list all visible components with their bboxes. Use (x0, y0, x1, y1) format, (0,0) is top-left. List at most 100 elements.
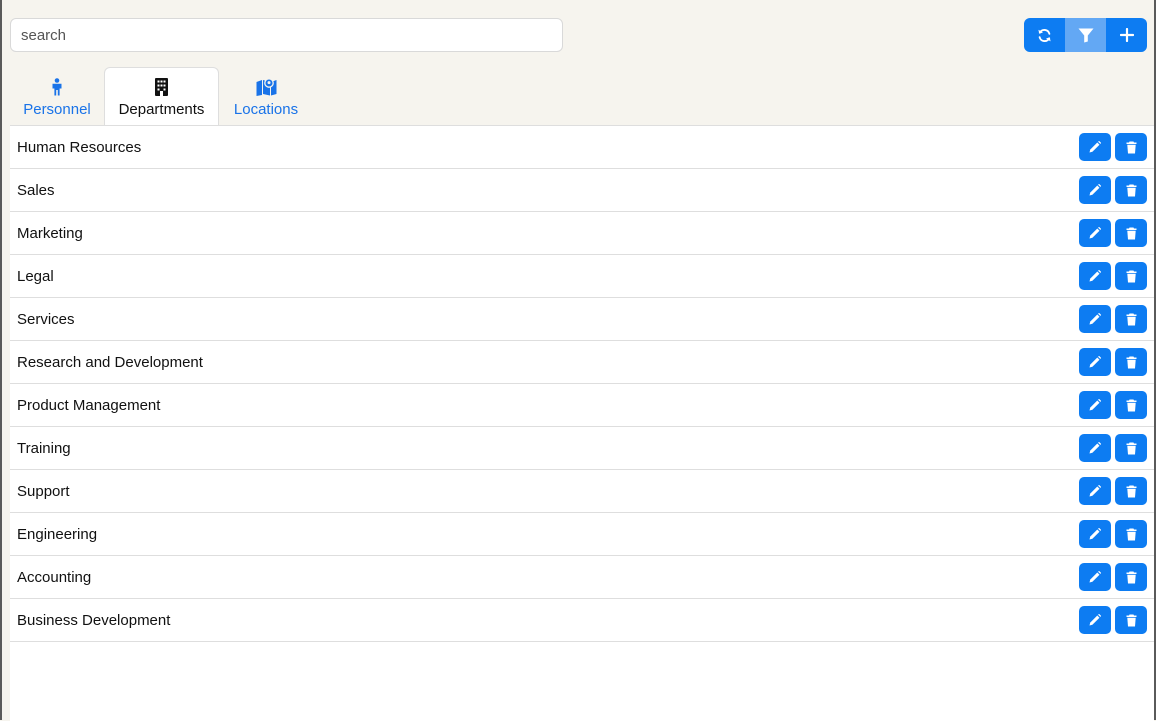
row-actions (1079, 434, 1147, 462)
row-actions (1079, 477, 1147, 505)
pencil-icon (1089, 184, 1101, 196)
table-row: Services (10, 298, 1154, 341)
delete-button[interactable] (1115, 262, 1147, 290)
tab-locations[interactable]: Locations (219, 67, 313, 125)
department-name: Accounting (17, 568, 92, 586)
trash-icon (1126, 614, 1136, 626)
trash-icon (1126, 485, 1136, 497)
delete-button[interactable] (1115, 348, 1147, 376)
department-name: Product Management (17, 396, 161, 414)
edit-button[interactable] (1079, 563, 1111, 591)
delete-button[interactable] (1115, 305, 1147, 333)
delete-button[interactable] (1115, 520, 1147, 548)
table-row: Engineering (10, 513, 1154, 556)
edit-button[interactable] (1079, 133, 1111, 161)
table-row: Business Development (10, 599, 1154, 642)
departments-table: Human Resources Sales Marketing Legal Se… (10, 125, 1154, 721)
row-actions (1079, 176, 1147, 204)
table-row: Product Management (10, 384, 1154, 427)
table-row: Support (10, 470, 1154, 513)
building-icon (155, 77, 168, 97)
row-actions (1079, 219, 1147, 247)
add-button[interactable] (1106, 18, 1147, 52)
delete-button[interactable] (1115, 219, 1147, 247)
pencil-icon (1089, 442, 1101, 454)
row-actions (1079, 133, 1147, 161)
tab-departments[interactable]: Departments (104, 67, 219, 126)
department-name: Research and Development (17, 353, 203, 371)
edit-button[interactable] (1079, 434, 1111, 462)
delete-button[interactable] (1115, 434, 1147, 462)
table-row: Human Resources (10, 126, 1154, 169)
pencil-icon (1089, 571, 1101, 583)
delete-button[interactable] (1115, 176, 1147, 204)
pencil-icon (1089, 313, 1101, 325)
pencil-icon (1089, 227, 1101, 239)
department-name: Services (17, 310, 75, 328)
person-icon (51, 77, 63, 97)
edit-button[interactable] (1079, 391, 1111, 419)
table-row: Training (10, 427, 1154, 470)
plus-icon (1119, 28, 1134, 42)
search-input[interactable] (10, 18, 563, 52)
trash-icon (1126, 356, 1136, 368)
edit-button[interactable] (1079, 606, 1111, 634)
window-frame-left (0, 0, 2, 720)
tab-bar: Personnel Departments Locations (10, 67, 313, 126)
trash-icon (1126, 227, 1136, 239)
pencil-icon (1089, 141, 1101, 153)
table-row: Legal (10, 255, 1154, 298)
tab-label: Locations (233, 101, 299, 118)
delete-button[interactable] (1115, 133, 1147, 161)
department-name: Sales (17, 181, 55, 199)
pencil-icon (1089, 528, 1101, 540)
trash-icon (1126, 141, 1136, 153)
trash-icon (1126, 399, 1136, 411)
department-name: Marketing (17, 224, 83, 242)
edit-button[interactable] (1079, 219, 1111, 247)
refresh-button[interactable] (1024, 18, 1065, 52)
department-name: Business Development (17, 611, 171, 629)
table-row: Sales (10, 169, 1154, 212)
filter-button[interactable] (1065, 18, 1106, 52)
row-actions (1079, 348, 1147, 376)
edit-button[interactable] (1079, 477, 1111, 505)
trash-icon (1126, 571, 1136, 583)
trash-icon (1126, 313, 1136, 325)
edit-button[interactable] (1079, 348, 1111, 376)
trash-icon (1126, 184, 1136, 196)
table-row: Research and Development (10, 341, 1154, 384)
delete-button[interactable] (1115, 477, 1147, 505)
edit-button[interactable] (1079, 305, 1111, 333)
department-name: Engineering (17, 525, 98, 543)
row-actions (1079, 262, 1147, 290)
tab-label: Personnel (23, 101, 91, 118)
pencil-icon (1089, 614, 1101, 626)
edit-button[interactable] (1079, 520, 1111, 548)
delete-button[interactable] (1115, 563, 1147, 591)
department-name: Human Resources (17, 138, 142, 156)
delete-button[interactable] (1115, 606, 1147, 634)
department-name: Legal (17, 267, 54, 285)
map-icon (256, 77, 277, 97)
tab-label: Departments (118, 101, 205, 118)
trash-icon (1126, 442, 1136, 454)
tab-personnel[interactable]: Personnel (10, 67, 104, 125)
row-actions (1079, 606, 1147, 634)
department-name: Support (17, 482, 70, 500)
row-actions (1079, 520, 1147, 548)
trash-icon (1126, 528, 1136, 540)
filter-icon (1078, 28, 1093, 42)
table-row: Marketing (10, 212, 1154, 255)
edit-button[interactable] (1079, 176, 1111, 204)
pencil-icon (1089, 485, 1101, 497)
table-row: Accounting (10, 556, 1154, 599)
edit-button[interactable] (1079, 262, 1111, 290)
refresh-icon (1038, 28, 1051, 42)
pencil-icon (1089, 356, 1101, 368)
delete-button[interactable] (1115, 391, 1147, 419)
toolbar-button-group (1024, 18, 1147, 52)
pencil-icon (1089, 399, 1101, 411)
department-name: Training (17, 439, 71, 457)
row-actions (1079, 563, 1147, 591)
